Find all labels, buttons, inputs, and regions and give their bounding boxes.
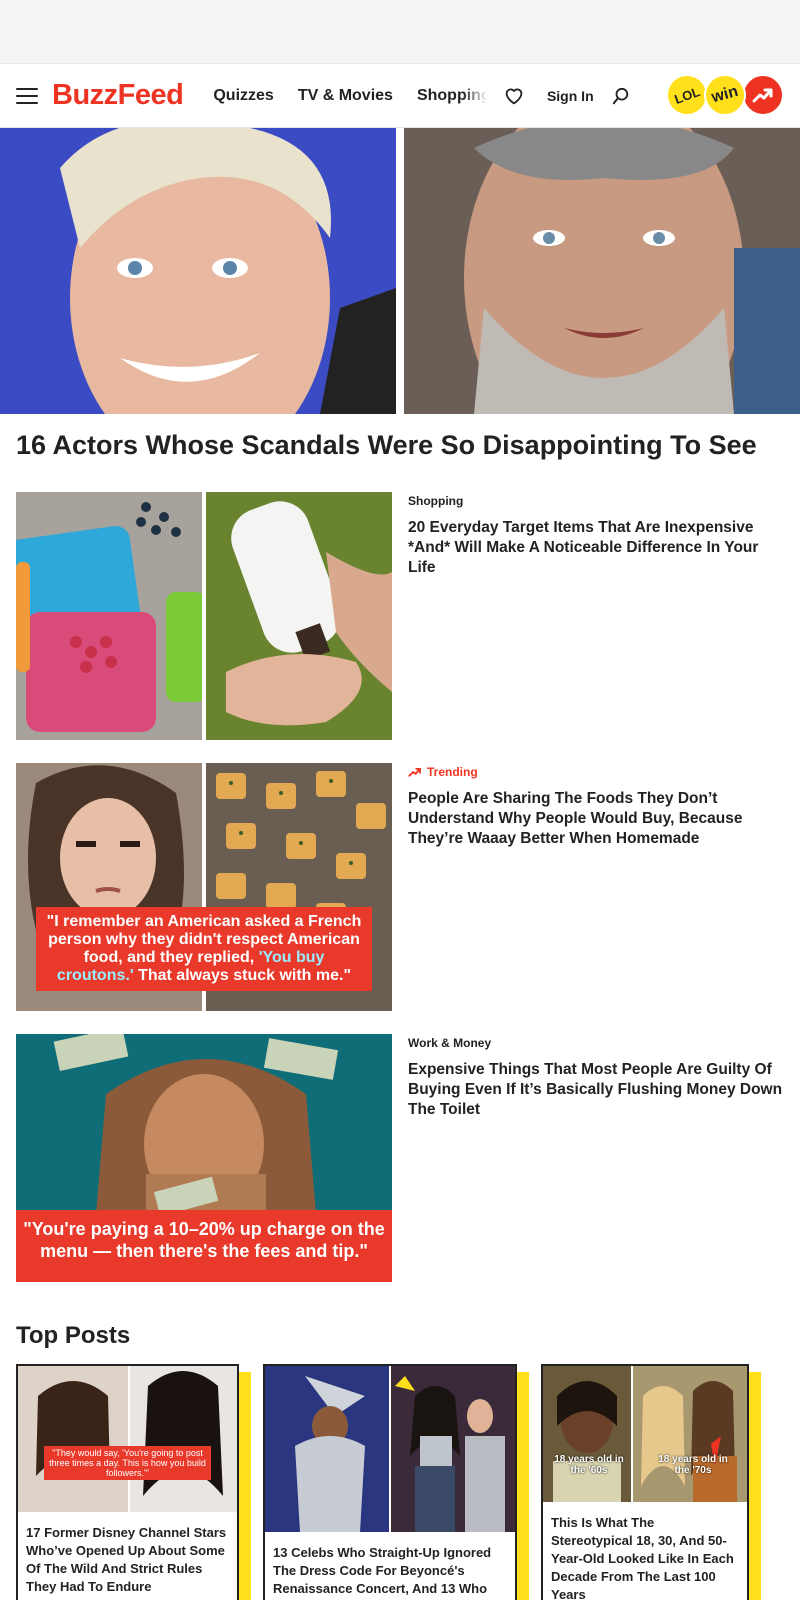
ad-banner-placeholder	[0, 0, 800, 64]
card-title[interactable]: This Is What The Stereotypical 18, 30, A…	[543, 1502, 747, 1600]
trending-icon	[408, 767, 421, 777]
badge-group: LOL win	[660, 68, 784, 122]
article-card[interactable]: Shopping 20 Everyday Target Items That A…	[16, 492, 784, 740]
top-post-card[interactable]: 18 years old in the '60s 18 years old in…	[541, 1364, 761, 1600]
heart-icon[interactable]	[503, 85, 525, 107]
card-age-label-left: 18 years old in the '60s	[554, 1454, 624, 1476]
trending-badge[interactable]	[742, 74, 784, 116]
win-badge[interactable]: win	[699, 69, 751, 121]
nav-links: Quizzes TV & Movies Shopping	[213, 87, 487, 105]
hero-headline[interactable]: 16 Actors Whose Scandals Were So Disappo…	[0, 414, 800, 462]
top-posts-heading: Top Posts	[16, 1322, 131, 1349]
article-category-tag[interactable]: Work & Money	[408, 1036, 784, 1050]
nav-link-shopping[interactable]: Shopping	[417, 87, 487, 105]
card-title[interactable]: 13 Celebs Who Straight-Up Ignored The Dr…	[265, 1532, 515, 1600]
trending-tag-label: Trending	[427, 765, 478, 779]
article-thumbnail[interactable]: "I remember an American asked a French p…	[16, 763, 392, 1011]
thumbnail-photo-bags	[16, 492, 202, 740]
top-post-card[interactable]: 13 Celebs Who Straight-Up Ignored The Dr…	[263, 1364, 529, 1600]
article-card[interactable]: "I remember an American asked a French p…	[16, 763, 784, 1011]
article-thumbnail[interactable]: "You're paying a 10–20% up charge on the…	[16, 1034, 392, 1282]
card-image-caption: "They would say, 'You're going to post t…	[44, 1446, 211, 1480]
card-thumbnail[interactable]: "They would say, 'You're going to post t…	[18, 1366, 237, 1512]
hero-image[interactable]	[0, 128, 800, 414]
hero-photo-left	[0, 128, 396, 414]
thumbnail-photo-lotion	[206, 492, 392, 740]
nav-link-tv-movies[interactable]: TV & Movies	[298, 87, 393, 105]
card-thumbnail[interactable]: 18 years old in the '60s 18 years old in…	[543, 1366, 747, 1502]
article-title[interactable]: People Are Sharing The Foods They Don’t …	[408, 789, 784, 849]
article-thumbnail[interactable]	[16, 492, 392, 740]
nav-link-quizzes[interactable]: Quizzes	[213, 87, 273, 105]
card-title[interactable]: 17 Former Disney Channel Stars Who’ve Op…	[18, 1512, 237, 1600]
thumbnail-quote-caption: "I remember an American asked a French p…	[36, 907, 372, 991]
card-age-label-right: 18 years old in the '70s	[658, 1454, 728, 1476]
card-thumbnail[interactable]	[265, 1366, 515, 1532]
trending-tag[interactable]: Trending	[408, 765, 784, 779]
top-posts-list: "They would say, 'You're going to post t…	[0, 1364, 800, 1600]
article-title[interactable]: 20 Everyday Target Items That Are Inexpe…	[408, 518, 784, 578]
thumbnail-quote-caption: "You're paying a 10–20% up charge on the…	[16, 1210, 392, 1282]
menu-icon[interactable]	[16, 87, 38, 104]
article-card[interactable]: "You're paying a 10–20% up charge on the…	[16, 1034, 784, 1282]
trending-arrow-icon	[752, 88, 773, 103]
sign-in-link[interactable]: Sign In	[547, 88, 594, 104]
top-navigation: BuzzFeed Quizzes TV & Movies Shopping Si…	[0, 64, 800, 128]
search-icon[interactable]	[610, 85, 632, 107]
top-post-card[interactable]: "They would say, 'You're going to post t…	[16, 1364, 251, 1600]
article-category-tag[interactable]: Shopping	[408, 494, 784, 508]
hero-photo-right	[404, 128, 800, 414]
article-title[interactable]: Expensive Things That Most People Are Gu…	[408, 1060, 784, 1120]
buzzfeed-logo[interactable]: BuzzFeed	[52, 79, 184, 112]
